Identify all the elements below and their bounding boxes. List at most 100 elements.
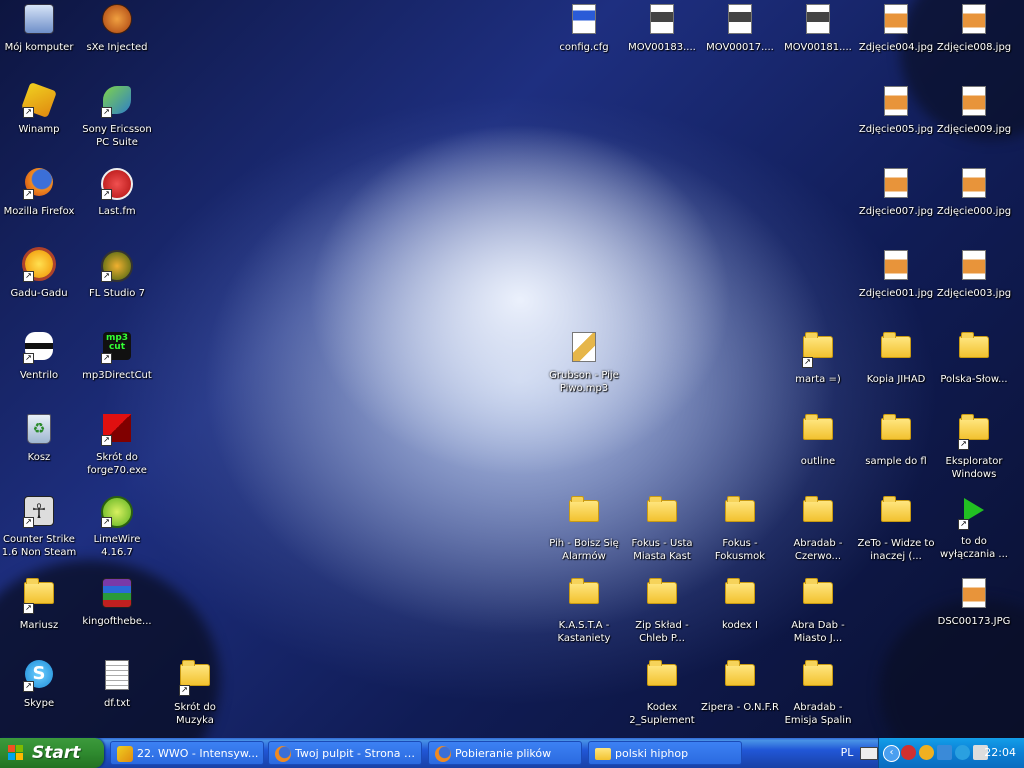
icon-label: MOV00017....	[706, 42, 774, 53]
image-file-icon	[880, 86, 912, 118]
desktop-icon-winamp[interactable]: ↗ Winamp	[0, 82, 78, 136]
desktop-icon-skype[interactable]: S ↗ Skype	[0, 658, 78, 710]
folder-icon: ↗	[802, 332, 834, 368]
desktop-icon-muzyka[interactable]: ↗ Skrót do Muzyka	[156, 658, 234, 727]
taskbar-button-winamp[interactable]: 22. WWO - Intensyw...	[110, 741, 264, 765]
shortcut-arrow-icon: ↗	[23, 189, 34, 200]
desktop-icon-limewire[interactable]: ↗ LimeWire 4.16.7	[78, 494, 156, 559]
desktop-icon-zeto[interactable]: ZeTo - Widze to inaczej (...	[857, 494, 935, 563]
desktop-icon-my-computer[interactable]: Mój komputer	[0, 2, 78, 54]
image-file-icon	[880, 4, 912, 36]
desktop-icon-fl-studio[interactable]: ↗ FL Studio 7	[78, 248, 156, 300]
desktop-icon-zdjecie009[interactable]: Zdjęcie009.jpg	[935, 84, 1013, 136]
desktop-icon-df-txt[interactable]: df.txt	[78, 658, 156, 710]
desktop-icon-zipera[interactable]: Zipera - O.N.F.R	[701, 658, 779, 714]
icon-label: Pih - Boisz Się Alarmów	[549, 538, 619, 562]
desktop-icon-abradab-czerwo[interactable]: Abradab - Czerwo...	[779, 494, 857, 563]
desktop-icon-config[interactable]: config.cfg	[545, 2, 623, 54]
desktop-icon-marta[interactable]: ↗ marta =)	[779, 330, 857, 386]
desktop-icon-zdjecie001[interactable]: Zdjęcie001.jpg	[857, 248, 935, 300]
desktop-icon-grubson[interactable]: Grubson - Pije Piwo.mp3	[545, 330, 623, 395]
desktop-icon-zdjecie008[interactable]: Zdjęcie008.jpg	[935, 2, 1013, 54]
desktop-icon-abra-dab-miasto[interactable]: Abra Dab - Miasto J...	[779, 576, 857, 645]
folder-icon	[568, 496, 600, 532]
skype-tray-icon[interactable]	[955, 745, 970, 760]
lastfm-icon: ↗	[101, 168, 133, 200]
audio-file-icon	[568, 332, 600, 364]
desktop-icon-fokus-usta[interactable]: Fokus - Usta Miasta Kast	[623, 494, 701, 563]
clock[interactable]: 22:04	[984, 738, 1016, 768]
desktop-icon-firefox[interactable]: ↗ Mozilla Firefox	[0, 166, 78, 218]
desktop-icon-zdjecie004[interactable]: Zdjęcie004.jpg	[857, 2, 935, 54]
icon-label: Fokus - Usta Miasta Kast	[631, 538, 693, 562]
desktop-icon-eksplorator[interactable]: ↗ Eksplorator Windows	[935, 412, 1013, 481]
icon-label: Zdjęcie009.jpg	[936, 124, 1012, 135]
desktop-icon-ventrilo[interactable]: ↗ Ventrilo	[0, 330, 78, 382]
icon-label: marta =)	[795, 374, 841, 385]
taskbar-button-pobieranie[interactable]: Pobieranie plików	[428, 741, 582, 765]
desktop-icon-kodex-i[interactable]: kodex I	[701, 576, 779, 632]
ventrilo-icon: ↗	[23, 332, 55, 364]
desktop-icon-mp3directcut[interactable]: mp3 cut ↗ mp3DirectCut	[78, 330, 156, 382]
desktop-icon-zip-sklad[interactable]: Zip Skład - Chleb P...	[623, 576, 701, 645]
folder-icon	[802, 578, 834, 614]
desktop-icon-kingofthebe[interactable]: kingofthebe...	[78, 576, 156, 628]
windows-logo-icon	[8, 745, 24, 761]
network-icon[interactable]	[937, 745, 952, 760]
desktop-icon-dsc00173[interactable]: DSC00173.JPG	[935, 576, 1013, 628]
winamp-icon: ↗	[21, 82, 57, 118]
desktop-icon-lastfm[interactable]: ↗ Last.fm	[78, 166, 156, 218]
desktop-icon-mariusz[interactable]: ↗ Mariusz	[0, 576, 78, 632]
desktop-icon-zdjecie003[interactable]: Zdjęcie003.jpg	[935, 248, 1013, 300]
folder-icon	[646, 660, 678, 696]
desktop-icon-fokus-fokusmok[interactable]: Fokus - Fokusmok	[701, 494, 779, 563]
folder-icon	[802, 414, 834, 450]
folder-icon	[958, 332, 990, 368]
desktop-icon-abradab-emisja[interactable]: Abradab - Emisja Spalin	[779, 658, 857, 727]
desktop-icon-sony-ericsson[interactable]: ↗ Sony Ericsson PC Suite	[78, 84, 156, 149]
desktop-icon-polska-slow[interactable]: Polska-Słow...	[935, 330, 1013, 386]
keyboard-icon[interactable]	[860, 747, 878, 760]
desktop-icon-mov00017[interactable]: MOV00017....	[701, 2, 779, 54]
folder-icon	[724, 660, 756, 696]
taskbar-button-twoj-pulpit[interactable]: Twoj pulpit - Strona 1...	[268, 741, 422, 765]
desktop-icon-zdjecie005[interactable]: Zdjęcie005.jpg	[857, 84, 935, 136]
folder-icon	[724, 578, 756, 614]
stop-icon[interactable]	[901, 745, 916, 760]
video-file-icon	[646, 4, 678, 36]
taskbar-button-polski-hiphop[interactable]: polski hiphop	[588, 741, 742, 765]
desktop-icon-kopia-jihad[interactable]: Kopia JIHAD	[857, 330, 935, 386]
icon-label: Sony Ericsson PC Suite	[82, 124, 152, 148]
shortcut-arrow-icon: ↗	[958, 439, 969, 450]
desktop-icon-sample-do-fl[interactable]: sample do fl	[857, 412, 935, 468]
desktop-icon-mov00183[interactable]: MOV00183....	[623, 2, 701, 54]
gadu-tray-icon[interactable]	[919, 745, 934, 760]
desktop-icon-kodex-2[interactable]: Kodex 2_Suplement	[623, 658, 701, 727]
desktop-icon-outline[interactable]: outline	[779, 412, 857, 468]
show-hidden-icons-chevron-icon[interactable]: ‹	[883, 745, 900, 762]
desktop-icon-gadu-gadu[interactable]: ↗ Gadu-Gadu	[0, 248, 78, 300]
desktop-icon-pih[interactable]: Pih - Boisz Się Alarmów	[545, 494, 623, 563]
video-file-icon	[724, 4, 756, 36]
folder-icon	[880, 332, 912, 368]
icon-label: Zdjęcie003.jpg	[936, 288, 1012, 299]
desktop-icon-kasta[interactable]: K.A.S.T.A - Kastaniety	[545, 576, 623, 645]
icon-label: Zdjęcie007.jpg	[858, 206, 934, 217]
shortcut-arrow-icon: ↗	[958, 519, 969, 530]
desktop-icon-zdjecie000[interactable]: Zdjęcie000.jpg	[935, 166, 1013, 218]
desktop-icon-counter-strike[interactable]: ☥ ↗ Counter Strike 1.6 Non Steam	[0, 494, 78, 559]
icon-label: Winamp	[18, 124, 60, 135]
language-indicator[interactable]: PL	[832, 738, 862, 768]
taskbar: Start 22. WWO - Intensyw... Twoj pulpit …	[0, 738, 1024, 768]
desktop-icon-zdjecie007[interactable]: Zdjęcie007.jpg	[857, 166, 935, 218]
desktop-icon-to-do-wylaczania[interactable]: ↗ to do wyłączania ...	[935, 494, 1013, 561]
icon-label: FL Studio 7	[89, 288, 145, 299]
desktop-icon-recycle-bin[interactable]: ♻ Kosz	[0, 412, 78, 464]
desktop-icon-mov00181[interactable]: MOV00181....	[779, 2, 857, 54]
desktop-icon-sxe[interactable]: sXe Injected	[78, 2, 156, 54]
icon-label: mp3DirectCut	[82, 370, 152, 381]
desktop-icon-forge[interactable]: ↗ Skrót do forge70.exe	[78, 412, 156, 477]
start-button[interactable]: Start	[0, 738, 104, 768]
icon-label: Zdjęcie004.jpg	[858, 42, 934, 53]
video-file-icon	[802, 4, 834, 36]
